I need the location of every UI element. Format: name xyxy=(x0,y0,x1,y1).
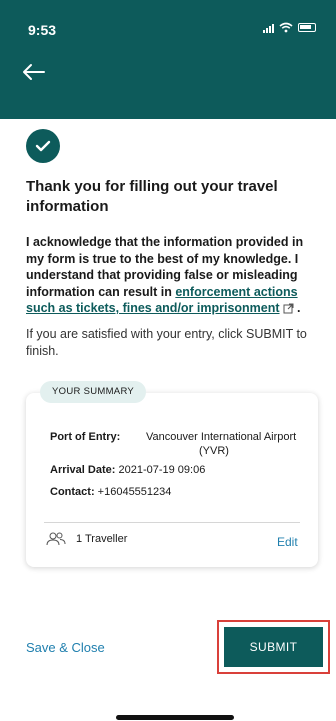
port-value-line2: (YVR) xyxy=(199,445,229,457)
battery-icon xyxy=(298,23,316,32)
port-value-line1: Vancouver International Airport xyxy=(146,431,297,443)
traveller-label: 1 Traveller xyxy=(76,533,128,545)
success-check-icon xyxy=(26,129,60,163)
arrival-date-row: Arrival Date: 2021-07-19 09:06 xyxy=(50,463,205,477)
travellers-icon xyxy=(46,532,66,546)
external-link-icon[interactable] xyxy=(283,303,294,314)
status-time: 9:53 xyxy=(28,22,57,38)
page-title: Thank you for filling out your travel in… xyxy=(26,178,278,215)
port-of-entry-value-2: (YVR) xyxy=(199,444,229,458)
traveller-count: 1 Traveller xyxy=(46,532,127,546)
arrival-value: 2021-07-19 09:06 xyxy=(118,464,206,476)
contact-value: +16045551234 xyxy=(97,486,172,498)
port-label: Port of Entry: xyxy=(50,431,121,443)
instruction-text: If you are satisfied with your entry, cl… xyxy=(26,327,307,358)
status-icons xyxy=(263,22,316,33)
contact-row: Contact: +16045551234 xyxy=(50,485,171,499)
arrival-label: Arrival Date: xyxy=(50,464,116,476)
signal-icon xyxy=(263,23,274,33)
app-header: 9:53 xyxy=(0,0,336,119)
back-arrow-icon[interactable] xyxy=(20,60,48,84)
summary-pill: YOUR SUMMARY xyxy=(40,381,147,403)
acknowledgement-text: I acknowledge that the information provi… xyxy=(26,234,318,317)
port-of-entry-value: Vancouver International Airport xyxy=(146,430,296,444)
save-close-link[interactable]: Save & Close xyxy=(26,640,105,655)
summary-divider xyxy=(44,522,300,523)
edit-link[interactable]: Edit xyxy=(277,535,298,549)
home-indicator xyxy=(116,715,234,720)
contact-label: Contact: xyxy=(50,486,95,498)
acknowledgement-end: . xyxy=(293,301,301,315)
wifi-icon xyxy=(279,22,293,33)
submit-button[interactable]: SUBMIT xyxy=(224,627,323,667)
port-of-entry-label: Port of Entry: xyxy=(50,430,120,444)
